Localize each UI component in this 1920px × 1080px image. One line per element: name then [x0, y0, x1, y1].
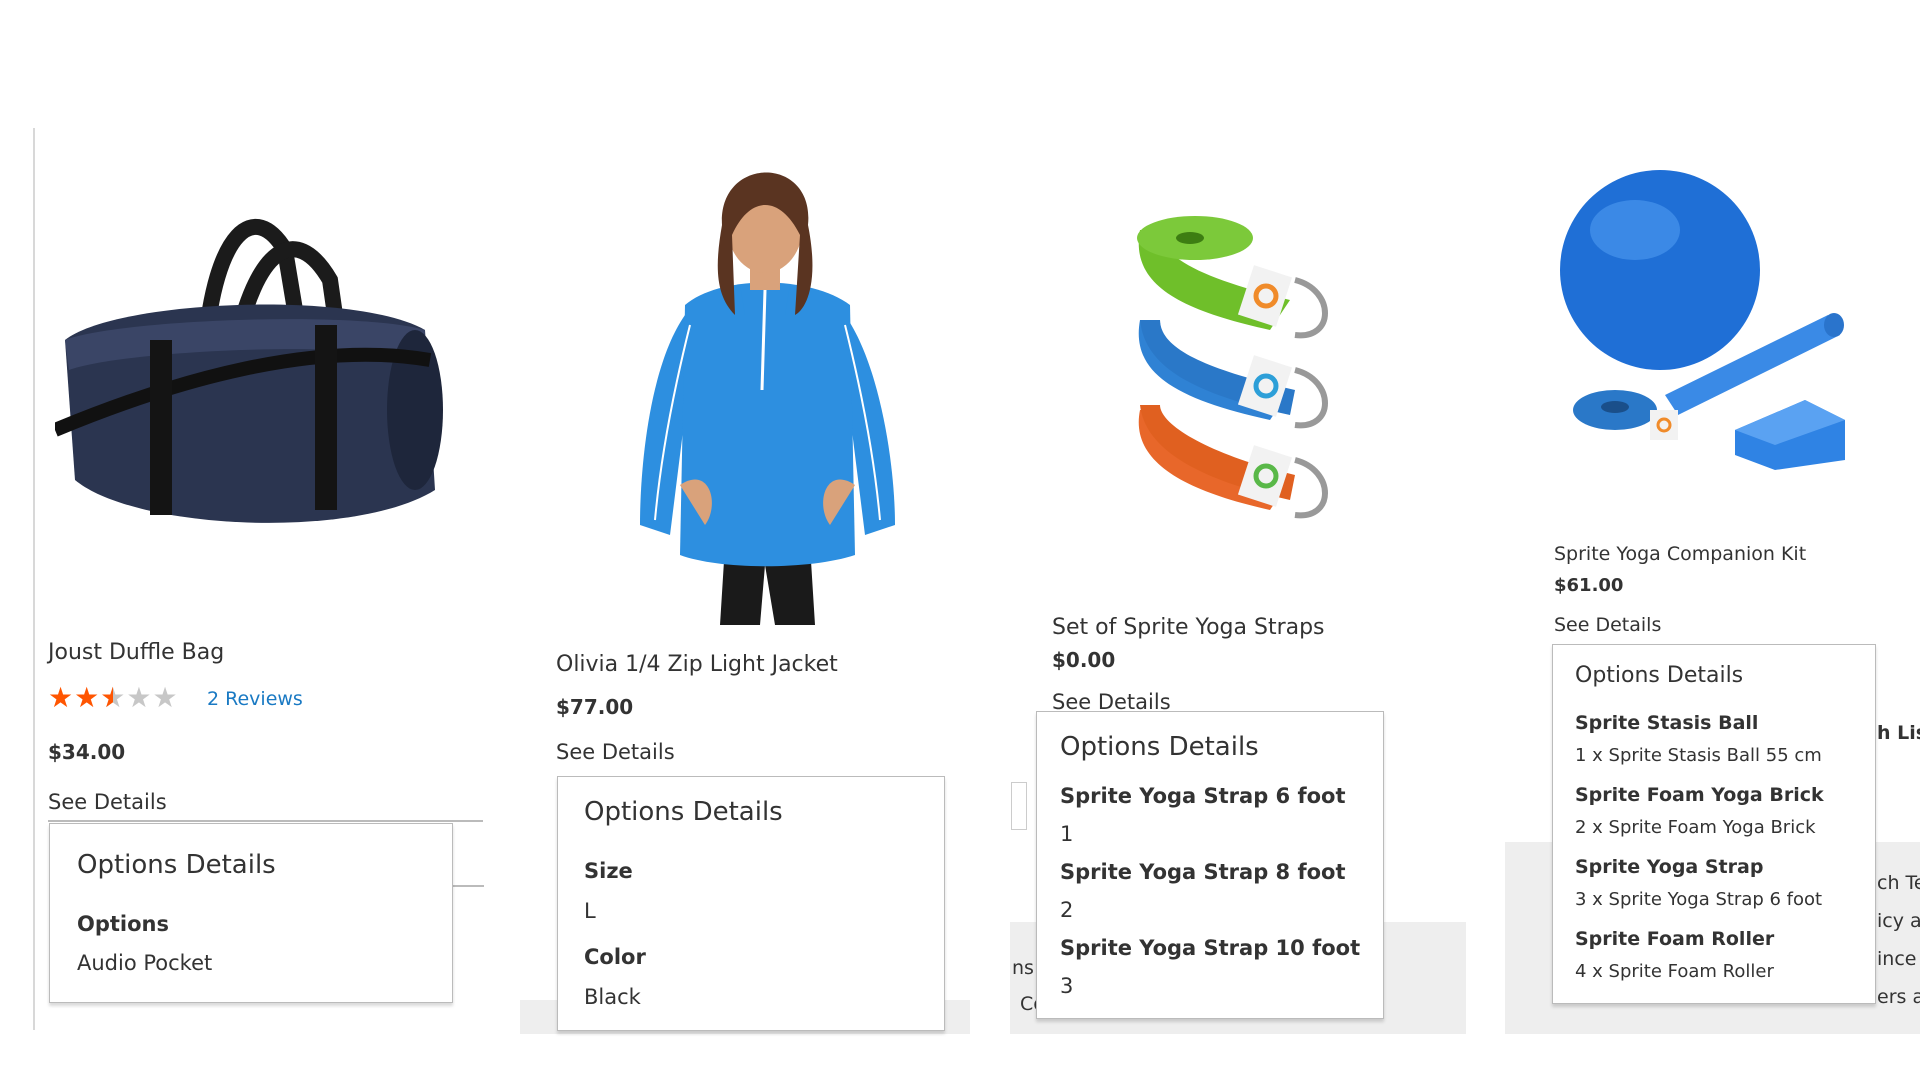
product-name[interactable]: Joust Duffle Bag	[48, 640, 224, 665]
option-label: Sprite Yoga Strap	[1575, 856, 1764, 878]
partial-text: ch Te	[1877, 872, 1920, 894]
product-image-duffle-bag[interactable]	[55, 190, 455, 550]
partial-text: ns	[1012, 957, 1034, 979]
divider-line	[452, 885, 484, 887]
option-label: Options	[77, 912, 169, 936]
product-name[interactable]: Sprite Yoga Companion Kit	[1554, 543, 1806, 565]
option-value: L	[584, 899, 596, 923]
product-name[interactable]: Set of Sprite Yoga Straps	[1052, 615, 1325, 640]
product-image-companion-kit[interactable]	[1560, 170, 1850, 470]
option-label: Sprite Foam Roller	[1575, 928, 1775, 950]
option-value: 2 x Sprite Foam Yoga Brick	[1575, 817, 1816, 838]
reviews-link[interactable]: 2 Reviews	[207, 688, 303, 710]
product-name[interactable]: Olivia 1/4 Zip Light Jacket	[556, 652, 838, 677]
see-details-toggle[interactable]: See Details	[1554, 614, 1661, 636]
option-value: 3	[1060, 974, 1074, 998]
options-details-title: Options Details	[77, 850, 276, 880]
partial-text: ince	[1877, 948, 1917, 970]
options-details-title: Options Details	[1575, 663, 1744, 688]
option-label: Sprite Stasis Ball	[1575, 712, 1759, 734]
partial-control	[1011, 782, 1027, 830]
rating-stars: ★★★ ★★	[48, 684, 179, 713]
partial-text: h Lis	[1877, 722, 1920, 744]
options-details-title: Options Details	[1060, 732, 1259, 762]
options-details-panel: Options Details Sprite Yoga Strap 6 foot…	[1036, 711, 1384, 1019]
see-details-toggle[interactable]: See Details	[48, 790, 167, 814]
product-price: $0.00	[1052, 648, 1116, 672]
partial-text: ers ar	[1877, 986, 1920, 1008]
divider-line	[48, 820, 483, 822]
option-value: 3 x Sprite Yoga Strap 6 foot	[1575, 889, 1823, 910]
option-label: Color	[584, 945, 646, 969]
options-details-panel: Options Details Options Audio Pocket	[49, 823, 453, 1003]
option-label: Sprite Yoga Strap 10 foot	[1060, 936, 1361, 960]
product-price: $77.00	[556, 695, 634, 719]
product-price: $61.00	[1554, 575, 1624, 596]
option-value: 1	[1060, 822, 1074, 846]
option-value: Audio Pocket	[77, 951, 213, 975]
option-value: Black	[584, 985, 641, 1009]
product-price: $34.00	[48, 740, 126, 764]
option-value: 4 x Sprite Foam Roller	[1575, 961, 1774, 982]
left-column-divider	[33, 128, 35, 1030]
see-details-toggle[interactable]: See Details	[556, 740, 675, 764]
option-label: Sprite Yoga Strap 8 foot	[1060, 860, 1346, 884]
product-image-jacket[interactable]	[610, 165, 920, 625]
option-label: Size	[584, 859, 633, 883]
partial-text: icy ar	[1877, 910, 1920, 932]
options-details-title: Options Details	[584, 797, 783, 827]
product-image-yoga-straps[interactable]	[1120, 210, 1360, 540]
options-details-panel: Options Details Size L Color Black	[557, 776, 945, 1031]
options-details-panel: Options Details Sprite Stasis Ball 1 x S…	[1552, 644, 1876, 1004]
option-value: 2	[1060, 898, 1074, 922]
option-label: Sprite Foam Yoga Brick	[1575, 784, 1824, 806]
option-label: Sprite Yoga Strap 6 foot	[1060, 784, 1346, 808]
option-value: 1 x Sprite Stasis Ball 55 cm	[1575, 745, 1822, 766]
